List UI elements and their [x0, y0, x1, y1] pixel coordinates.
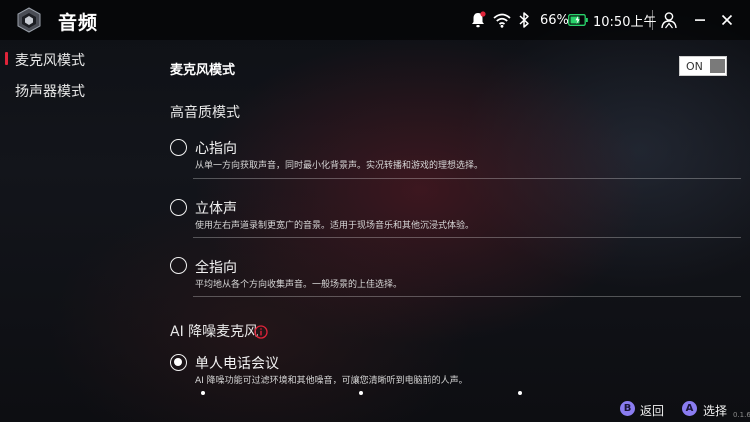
radio-omnidirectional[interactable]	[170, 257, 187, 274]
page-title: 音频	[58, 12, 99, 34]
ai-noise-cancel-section-title: AI 降噪麦克风	[170, 324, 259, 340]
app-logo-icon	[16, 7, 42, 33]
clock-time: 10:50上午	[593, 14, 657, 30]
close-icon[interactable]	[721, 10, 733, 30]
radio-cardioid[interactable]	[170, 139, 187, 156]
back-label[interactable]: 返回	[640, 402, 664, 419]
sidebar-active-marker	[5, 52, 8, 65]
option-title-cardioid[interactable]: 心指向	[195, 138, 237, 158]
b-button-icon[interactable]: B	[620, 401, 635, 416]
radio-single-conference[interactable]	[170, 354, 187, 371]
sidebar-item-speaker-mode[interactable]: 扬声器模式	[15, 81, 85, 101]
a-button-icon[interactable]: A	[682, 401, 697, 416]
option-desc-omnidirectional: 平均地从各个方向收集声音。一般场景的上佳选择。	[195, 280, 403, 290]
sidebar-item-mic-mode[interactable]: 麦克风模式	[15, 50, 85, 70]
title-bar-divider	[652, 10, 653, 30]
option-desc-cardioid: 从单一方向获取声音，同时最小化背景声。实况转播和游戏的理想选择。	[195, 161, 484, 171]
hq-mode-section-title: 高音质模式	[170, 105, 240, 121]
notification-bell-icon[interactable]	[470, 10, 486, 30]
battery-percentage: 66%	[540, 12, 569, 28]
radio-stereo[interactable]	[170, 199, 187, 216]
scroll-indicator-dot	[359, 391, 363, 395]
option-divider	[193, 237, 741, 238]
mic-mode-heading: 麦克风模式	[170, 63, 236, 78]
scroll-indicator-dot	[201, 391, 205, 395]
title-bar: 音频 66% 10:50上午	[0, 0, 750, 40]
background	[0, 0, 750, 422]
option-divider	[193, 178, 741, 179]
corner-version-text: 0.1.6	[733, 411, 750, 419]
toggle-state-label: ON	[686, 59, 703, 73]
scroll-indicator-dot	[518, 391, 522, 395]
mic-mode-toggle[interactable]: ON	[679, 56, 727, 76]
wifi-icon[interactable]	[493, 10, 511, 30]
toggle-knob	[710, 59, 725, 73]
option-title-omnidirectional[interactable]: 全指向	[195, 257, 237, 277]
a-button-key: A	[685, 403, 694, 414]
option-desc-single-conference: AI 降噪功能可过滤环境和其他噪音，可讓您清晰听到电脑前的人声。	[195, 376, 468, 386]
option-desc-stereo: 使用左右声道录制更宽广的音景。适用于现场音乐和其他沉浸式体验。	[195, 221, 475, 231]
info-icon[interactable]	[254, 324, 268, 339]
select-label[interactable]: 选择	[703, 402, 727, 419]
b-button-key: B	[623, 403, 632, 414]
bluetooth-icon[interactable]	[518, 10, 530, 30]
minimize-icon[interactable]	[694, 10, 706, 30]
option-title-stereo[interactable]: 立体声	[195, 198, 237, 218]
option-divider	[193, 296, 741, 297]
battery-charging-icon	[568, 10, 588, 30]
user-profile-icon[interactable]	[659, 10, 679, 30]
option-title-single-conference[interactable]: 单人电话会议	[195, 353, 279, 373]
